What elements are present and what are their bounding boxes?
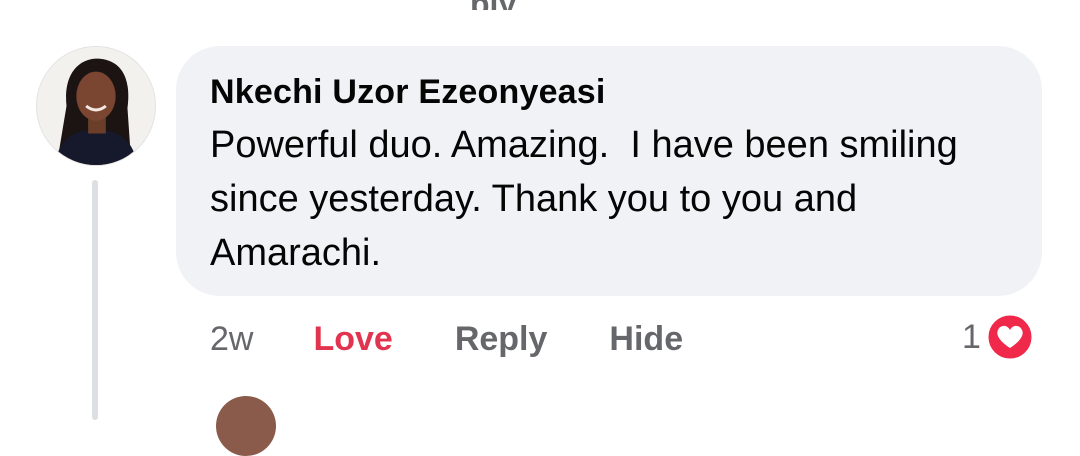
previous-reply-label: ply (470, 0, 516, 10)
comment-age[interactable]: 2w (210, 320, 253, 359)
reaction-count: 1 (962, 317, 981, 356)
love-reaction-button[interactable]: Love (313, 320, 392, 359)
heart-icon (985, 312, 1035, 362)
reply-button[interactable]: Reply (455, 320, 548, 359)
avatar[interactable] (36, 46, 156, 166)
comment-actions-bar: 2w Love Reply Hide (210, 316, 683, 362)
comment-author-name[interactable]: Nkechi Uzor Ezeonyeasi (210, 72, 1008, 112)
comment-bubble: Nkechi Uzor Ezeonyeasi Powerful duo. Ama… (176, 46, 1042, 296)
reaction-summary[interactable]: 1 (962, 312, 1035, 362)
thread-connector-line (92, 180, 98, 420)
avatar-image (37, 47, 155, 165)
next-comment-avatar[interactable] (216, 396, 276, 456)
hide-button[interactable]: Hide (609, 320, 683, 359)
previous-reply-link-fragment[interactable]: ply (470, 0, 540, 10)
comment-text: Powerful duo. Amazing. I have been smili… (210, 124, 969, 274)
